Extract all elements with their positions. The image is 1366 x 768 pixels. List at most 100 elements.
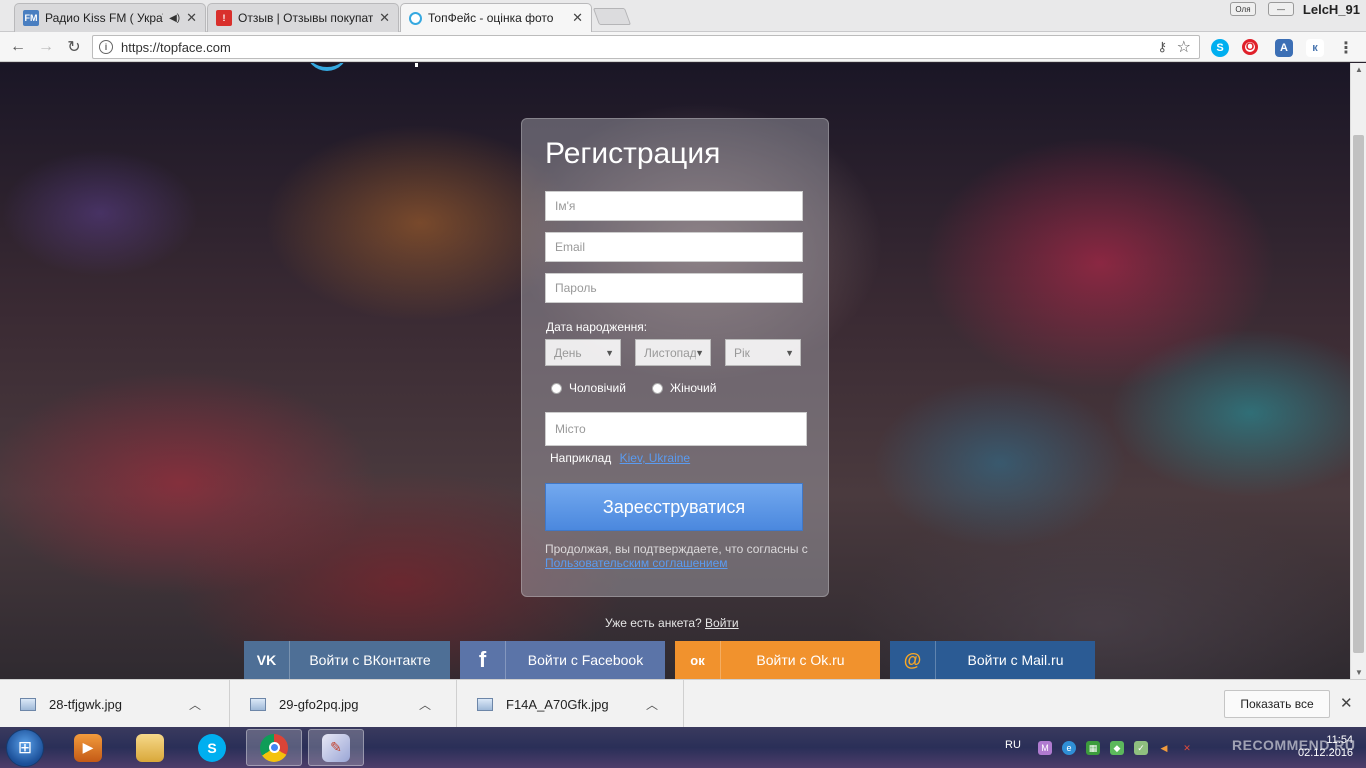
tab-otzyv[interactable]: ! Отзыв | Отзывы покупат ✕ bbox=[207, 3, 399, 32]
vk-login-button[interactable]: VK Войти с ВКонтакте bbox=[244, 641, 450, 679]
back-icon[interactable]: ← bbox=[8, 37, 28, 57]
clock-date: 02.12.2016 bbox=[1298, 747, 1354, 759]
network-warning-icon[interactable]: ✕ bbox=[1180, 741, 1194, 755]
mailru-login-label: Войти с Mail.ru bbox=[967, 652, 1064, 668]
image-file-icon bbox=[250, 697, 266, 711]
taskbar-skype[interactable]: S bbox=[184, 729, 240, 766]
email-field[interactable]: Email bbox=[545, 232, 803, 262]
tab-topface[interactable]: ТопФейс - оцінка фото ✕ bbox=[400, 3, 592, 32]
login-link[interactable]: Войти bbox=[705, 616, 739, 630]
download-shelf: 28-tfjgwk.jpg ︿ 29-gfo2pq.jpg ︿ F14A_A70… bbox=[0, 679, 1366, 728]
tab-title: ТопФейс - оцінка фото bbox=[428, 11, 554, 25]
chevron-down-icon: ▼ bbox=[785, 348, 794, 358]
tray-app-icon[interactable]: M bbox=[1038, 741, 1052, 755]
topface-favicon-icon bbox=[409, 11, 422, 25]
reload-icon[interactable]: ↻ bbox=[64, 37, 84, 57]
menu-icon[interactable]: ⋮ bbox=[1338, 38, 1354, 58]
user-name[interactable]: LelcH_91 bbox=[1303, 2, 1360, 17]
example-city-link[interactable]: Kiev, Ukraine bbox=[620, 451, 690, 465]
topface-logo[interactable] bbox=[306, 63, 348, 71]
taskbar-media-player[interactable]: ▶ bbox=[60, 729, 116, 766]
ok-login-button[interactable]: ок Войти с Ok.ru bbox=[675, 641, 880, 679]
form-title: Регистрация bbox=[545, 137, 721, 170]
download-item[interactable]: 29-gfo2pq.jpg ︿ bbox=[230, 680, 457, 728]
name-field[interactable]: Ім'я bbox=[545, 191, 803, 221]
taskbar-chrome[interactable] bbox=[246, 729, 302, 766]
download-filename[interactable]: 28-tfjgwk.jpg bbox=[49, 697, 189, 712]
birth-month-value: Листопад bbox=[644, 345, 696, 360]
radio-icon[interactable] bbox=[551, 382, 562, 394]
chevron-up-icon[interactable]: ︿ bbox=[189, 696, 201, 713]
bookmark-star-icon[interactable]: ☆ bbox=[1177, 37, 1191, 57]
volume-icon[interactable]: ◀ bbox=[1157, 741, 1171, 755]
mailru-login-button[interactable]: @ Войти с Mail.ru bbox=[890, 641, 1095, 679]
download-filename[interactable]: F14A_A70Gfk.jpg bbox=[506, 697, 646, 712]
tray-antivirus-icon[interactable]: ◆ bbox=[1110, 741, 1124, 755]
vk-extension-icon[interactable]: к bbox=[1306, 39, 1324, 57]
password-field[interactable]: Пароль bbox=[545, 273, 803, 303]
birth-day-select[interactable]: День ▼ bbox=[545, 339, 621, 366]
show-all-downloads-button[interactable]: Показать все bbox=[1224, 690, 1330, 718]
example-label: Наприклад bbox=[550, 451, 612, 465]
register-button[interactable]: Зареєструватися bbox=[545, 483, 803, 531]
vertical-scrollbar[interactable]: ▲ ▼ bbox=[1350, 63, 1366, 679]
scroll-down-icon[interactable]: ▼ bbox=[1355, 668, 1363, 677]
radio-icon[interactable] bbox=[652, 382, 663, 394]
info-icon[interactable]: i bbox=[99, 40, 113, 54]
image-file-icon bbox=[477, 697, 493, 711]
close-tab-icon[interactable]: ✕ bbox=[572, 10, 583, 26]
start-button[interactable]: ⊞ bbox=[6, 729, 44, 767]
birth-year-select[interactable]: Рік ▼ bbox=[725, 339, 801, 366]
gender-male-radio[interactable]: Чоловічий bbox=[551, 381, 626, 395]
login-prompt-text: Уже есть анкета? bbox=[605, 616, 702, 630]
new-tab-button[interactable] bbox=[592, 8, 632, 25]
opera-extension-icon[interactable]: O bbox=[1242, 39, 1258, 55]
facebook-login-label: Войти с Facebook bbox=[527, 652, 644, 668]
key-icon[interactable]: ⚷ bbox=[1157, 39, 1167, 55]
facebook-login-button[interactable]: f Войти с Facebook bbox=[460, 641, 665, 679]
facebook-icon: f bbox=[460, 641, 506, 679]
download-item[interactable]: F14A_A70Gfk.jpg ︿ bbox=[457, 680, 684, 728]
chevron-up-icon[interactable]: ︿ bbox=[646, 696, 658, 713]
skype-extension-icon[interactable]: S bbox=[1211, 39, 1229, 57]
terms-link[interactable]: Пользовательским соглашением bbox=[545, 556, 808, 570]
address-bar[interactable]: i https://topface.com ⚷ ☆ bbox=[92, 35, 1200, 59]
close-tab-icon[interactable]: ✕ bbox=[379, 10, 390, 26]
tray-check-icon[interactable]: ✓ bbox=[1134, 741, 1148, 755]
taskbar-explorer[interactable] bbox=[122, 729, 178, 766]
birth-month-select[interactable]: Листопад ▼ bbox=[635, 339, 711, 366]
kiss-fm-favicon-icon: FM bbox=[23, 10, 39, 26]
close-tab-icon[interactable]: ✕ bbox=[186, 10, 197, 26]
profile-button[interactable]: Оля bbox=[1230, 2, 1256, 16]
skype-icon: S bbox=[198, 733, 226, 762]
forward-icon[interactable]: → bbox=[36, 37, 56, 57]
vk-login-label: Войти с ВКонтакте bbox=[309, 652, 431, 668]
minimize-button[interactable]: — bbox=[1268, 2, 1294, 16]
chevron-down-icon: ▼ bbox=[605, 348, 614, 358]
speaker-icon[interactable]: ◀) bbox=[169, 13, 180, 24]
tray-network-icon[interactable]: ▦ bbox=[1086, 741, 1100, 755]
close-icon[interactable]: ✕ bbox=[1340, 694, 1353, 712]
translate-extension-icon[interactable]: A bbox=[1275, 39, 1293, 57]
taskbar-paint[interactable]: ✎ bbox=[308, 729, 364, 766]
scroll-thumb[interactable] bbox=[1353, 135, 1364, 653]
gender-female-radio[interactable]: Жіночий bbox=[652, 381, 716, 395]
download-item[interactable]: 28-tfjgwk.jpg ︿ bbox=[0, 680, 230, 728]
tab-title: Радио Kiss FM ( Украї bbox=[45, 11, 164, 25]
folder-icon bbox=[136, 733, 164, 762]
city-field[interactable]: Місто bbox=[545, 412, 807, 446]
birthdate-label: Дата народження: bbox=[546, 320, 648, 334]
clock-time: 11:54 bbox=[1326, 734, 1354, 746]
language-indicator[interactable]: RU bbox=[1005, 739, 1021, 751]
scroll-up-icon[interactable]: ▲ bbox=[1355, 65, 1363, 74]
url-text[interactable]: https://topface.com bbox=[121, 40, 231, 55]
system-clock[interactable]: 11:54 02.12.2016 bbox=[1298, 734, 1353, 760]
tab-strip: FM Радио Kiss FM ( Украї ◀) ✕ ! Отзыв | … bbox=[0, 0, 1366, 32]
gender-male-label: Чоловічий bbox=[569, 381, 626, 395]
tray-skype-icon[interactable]: e bbox=[1062, 741, 1076, 755]
chevron-down-icon: ▼ bbox=[695, 348, 704, 358]
tab-kiss-fm[interactable]: FM Радио Kiss FM ( Украї ◀) ✕ bbox=[14, 3, 206, 32]
download-filename[interactable]: 29-gfo2pq.jpg bbox=[279, 697, 419, 712]
logo-dot bbox=[415, 63, 418, 67]
chevron-up-icon[interactable]: ︿ bbox=[419, 696, 431, 713]
